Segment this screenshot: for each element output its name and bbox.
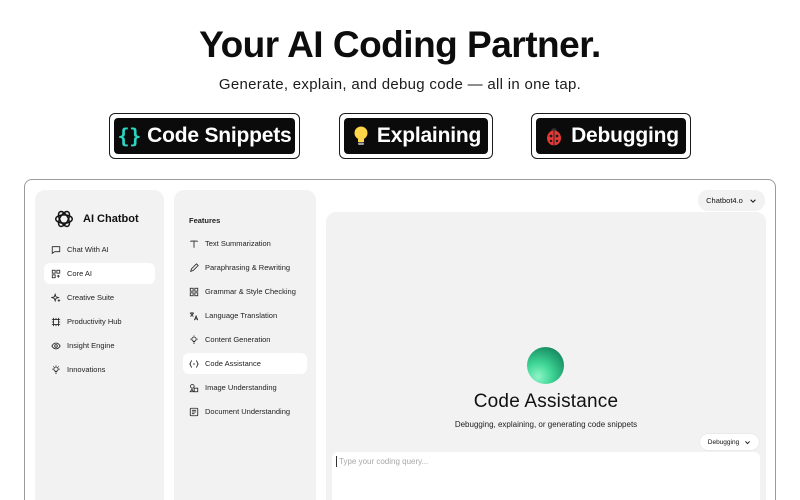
sidebar-item-creative-suite[interactable]: Creative Suite [44, 287, 155, 308]
brand[interactable]: AI Chatbot [53, 208, 139, 230]
hub-icon [51, 317, 61, 326]
translate-icon [189, 311, 199, 320]
sidebar-item-label: Chat With AI [67, 245, 109, 254]
explaining-label: Explaining [376, 124, 482, 147]
app-window: AI Chatbot Chat With AI Core AI Creative… [24, 179, 776, 500]
feature-label: Text Summarization [205, 239, 271, 248]
text-icon [190, 240, 198, 248]
features-title: Features [189, 216, 221, 225]
brand-logo-icon [55, 210, 73, 228]
document-icon [189, 407, 199, 416]
sidebar-item-innovations[interactable]: Innovations [44, 359, 155, 380]
feature-label: Paraphrasing & Rewriting [205, 263, 291, 272]
mode-select-value: Debugging [707, 438, 740, 446]
query-input[interactable] [336, 456, 746, 467]
sparkle-icon [51, 292, 61, 302]
image-shapes-icon [189, 383, 199, 392]
chevron-down-icon [745, 440, 751, 444]
feature-label: Image Understanding [205, 383, 277, 392]
feature-label: Language Translation [205, 311, 278, 320]
feature-label: Document Understanding [205, 407, 291, 416]
sidebar-item-label: Insight Engine [67, 341, 115, 350]
feature-language-translation[interactable]: Language Translation [183, 305, 307, 326]
sidebar-item-core-ai[interactable]: Core AI [44, 263, 155, 284]
feature-label: Code Assistance [205, 359, 261, 368]
ladybug-icon [543, 125, 565, 147]
sidebar-nav: Chat With AI Core AI Creative Suite Prod… [44, 239, 155, 383]
feature-label: Grammar & Style Checking [205, 287, 296, 296]
query-box [332, 452, 760, 500]
feature-grammar-style[interactable]: Grammar & Style Checking [183, 281, 307, 302]
sidebar-item-productivity-hub[interactable]: Productivity Hub [44, 311, 155, 332]
lightbulb-icon [351, 125, 371, 147]
mode-select[interactable]: Debugging [700, 434, 759, 450]
code-snippets-badge[interactable]: {} Code Snippets [109, 113, 300, 159]
grid-check-icon [189, 287, 199, 296]
model-select-value: Chatbot4.o [706, 196, 743, 205]
debugging-badge[interactable]: Debugging [531, 113, 691, 159]
sidebar-item-label: Productivity Hub [67, 317, 122, 326]
feature-document-understanding[interactable]: Document Understanding [183, 401, 307, 422]
pencil-icon [190, 262, 199, 272]
lightbulb-icon [52, 365, 60, 374]
brand-name: AI Chatbot [83, 213, 139, 225]
main-subtitle: Debugging, explaining, or generating cod… [454, 420, 638, 429]
features-panel: Features Text Summarization Paraphrasing… [174, 190, 316, 500]
lightbulb-icon [190, 335, 198, 344]
sidebar-item-label: Creative Suite [67, 293, 115, 302]
sidebar-item-insight-engine[interactable]: Insight Engine [44, 335, 155, 356]
explaining-badge[interactable]: Explaining [339, 113, 493, 159]
debugging-label: Debugging [571, 124, 679, 147]
assistant-orb [527, 347, 564, 384]
sidebar-item-label: Core AI [67, 269, 93, 278]
feature-content-generation[interactable]: Content Generation [183, 329, 307, 350]
hero-subtitle: Generate, explain, and debug code — all … [218, 76, 582, 93]
curly-braces-icon: {} [117, 124, 142, 148]
feature-label: Content Generation [205, 335, 271, 344]
code-snippets-label: Code Snippets [147, 124, 292, 147]
feature-paraphrasing[interactable]: Paraphrasing & Rewriting [183, 257, 307, 278]
code-brackets-icon [189, 359, 199, 368]
feature-image-understanding[interactable]: Image Understanding [183, 377, 307, 398]
eye-icon [51, 342, 61, 349]
features-list: Text Summarization Paraphrasing & Rewrit… [183, 233, 307, 425]
core-grid-icon [51, 269, 61, 278]
sidebar-item-chat-with-ai[interactable]: Chat With AI [44, 239, 155, 260]
main-panel: Code Assistance Debugging, explaining, o… [326, 212, 766, 500]
chat-bubble-icon [51, 245, 61, 254]
feature-text-summarization[interactable]: Text Summarization [183, 233, 307, 254]
chevron-down-icon [750, 198, 756, 203]
main-title: Code Assistance [473, 391, 619, 412]
hero-title: Your AI Coding Partner. [199, 24, 601, 65]
sidebar: AI Chatbot Chat With AI Core AI Creative… [35, 190, 164, 500]
feature-code-assistance[interactable]: Code Assistance [183, 353, 307, 374]
sidebar-item-label: Innovations [67, 365, 106, 374]
model-select[interactable]: Chatbot4.o [698, 190, 765, 211]
